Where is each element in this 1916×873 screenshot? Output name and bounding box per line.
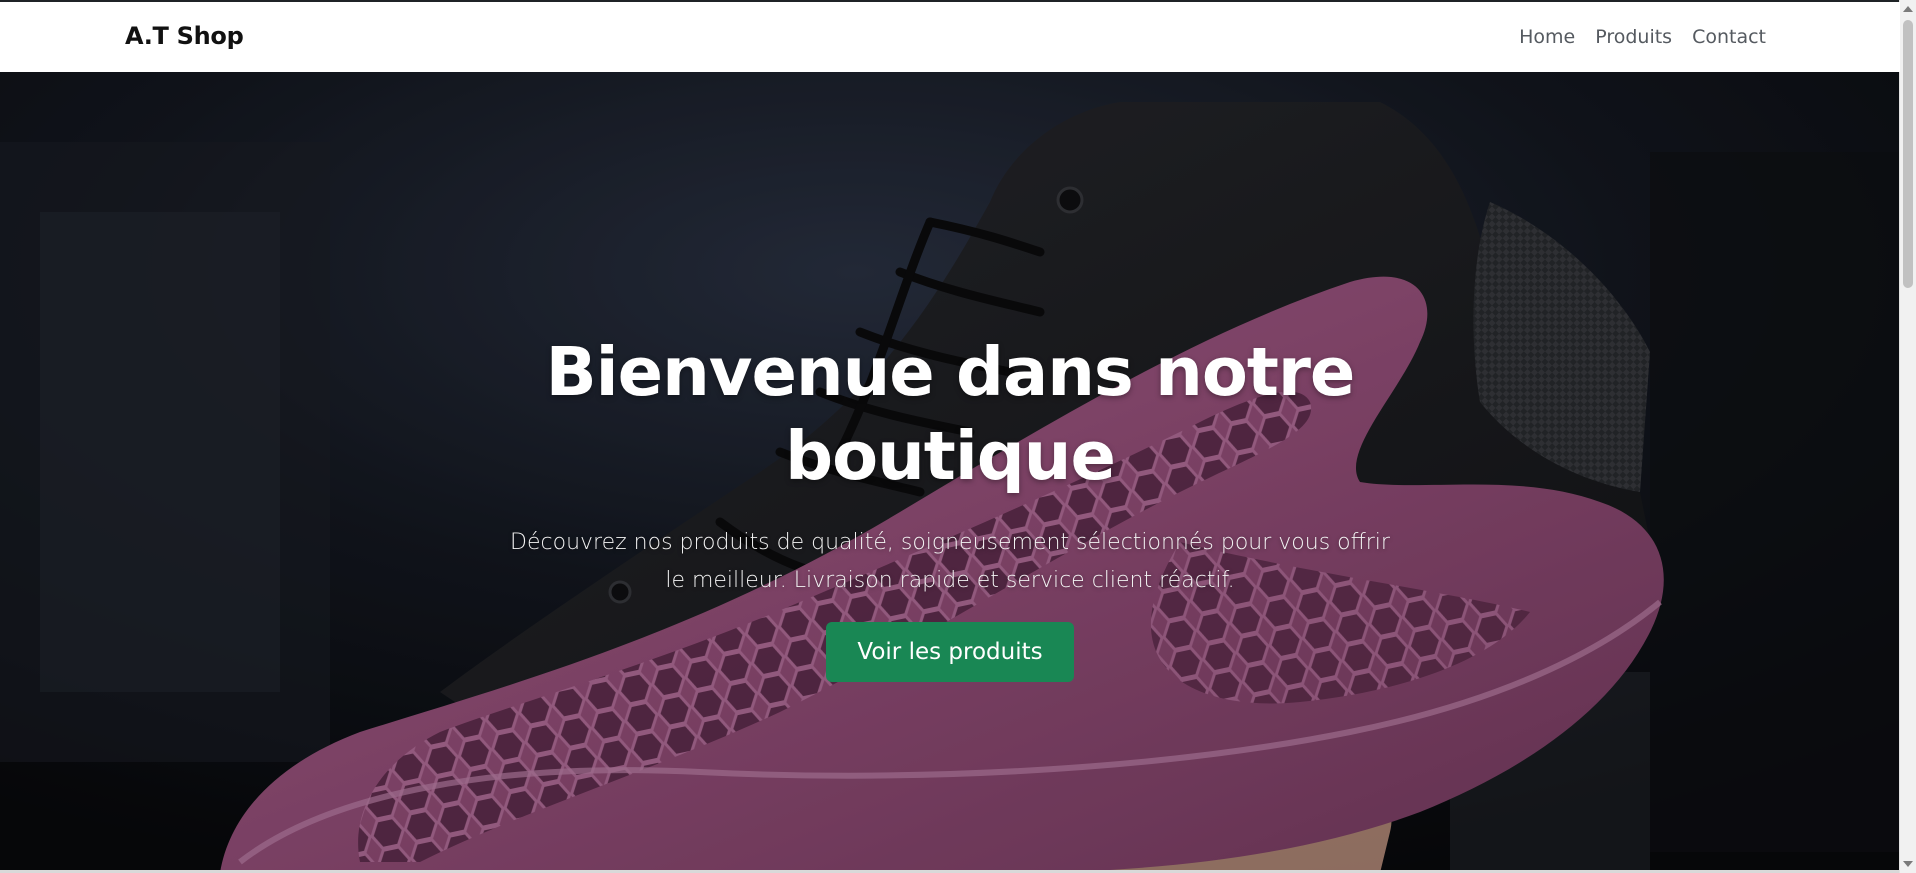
page: A.T Shop Home Produits Contact Bienvenue… bbox=[0, 0, 1916, 873]
vertical-scrollbar[interactable] bbox=[1899, 0, 1916, 873]
hero-title: Bienvenue dans notre boutique bbox=[545, 333, 1356, 495]
scroll-up-icon[interactable] bbox=[1903, 6, 1913, 12]
nav-link-produits[interactable]: Produits bbox=[1595, 26, 1672, 48]
nav-links: Home Produits Contact bbox=[1519, 26, 1766, 48]
scrollbar-thumb[interactable] bbox=[1903, 20, 1913, 288]
hero-description: Découvrez nos produits de qualité, soign… bbox=[510, 530, 1390, 593]
view-products-button[interactable]: Voir les produits bbox=[826, 622, 1074, 682]
navbar: A.T Shop Home Produits Contact bbox=[0, 2, 1900, 72]
scroll-down-icon[interactable] bbox=[1903, 861, 1913, 867]
hero-content: Bienvenue dans notre boutique Découvrez … bbox=[450, 330, 1450, 682]
brand-logo[interactable]: A.T Shop bbox=[125, 22, 244, 50]
hero-section: Bienvenue dans notre boutique Découvrez … bbox=[0, 72, 1900, 873]
nav-link-contact[interactable]: Contact bbox=[1692, 26, 1766, 48]
nav-link-home[interactable]: Home bbox=[1519, 26, 1575, 48]
